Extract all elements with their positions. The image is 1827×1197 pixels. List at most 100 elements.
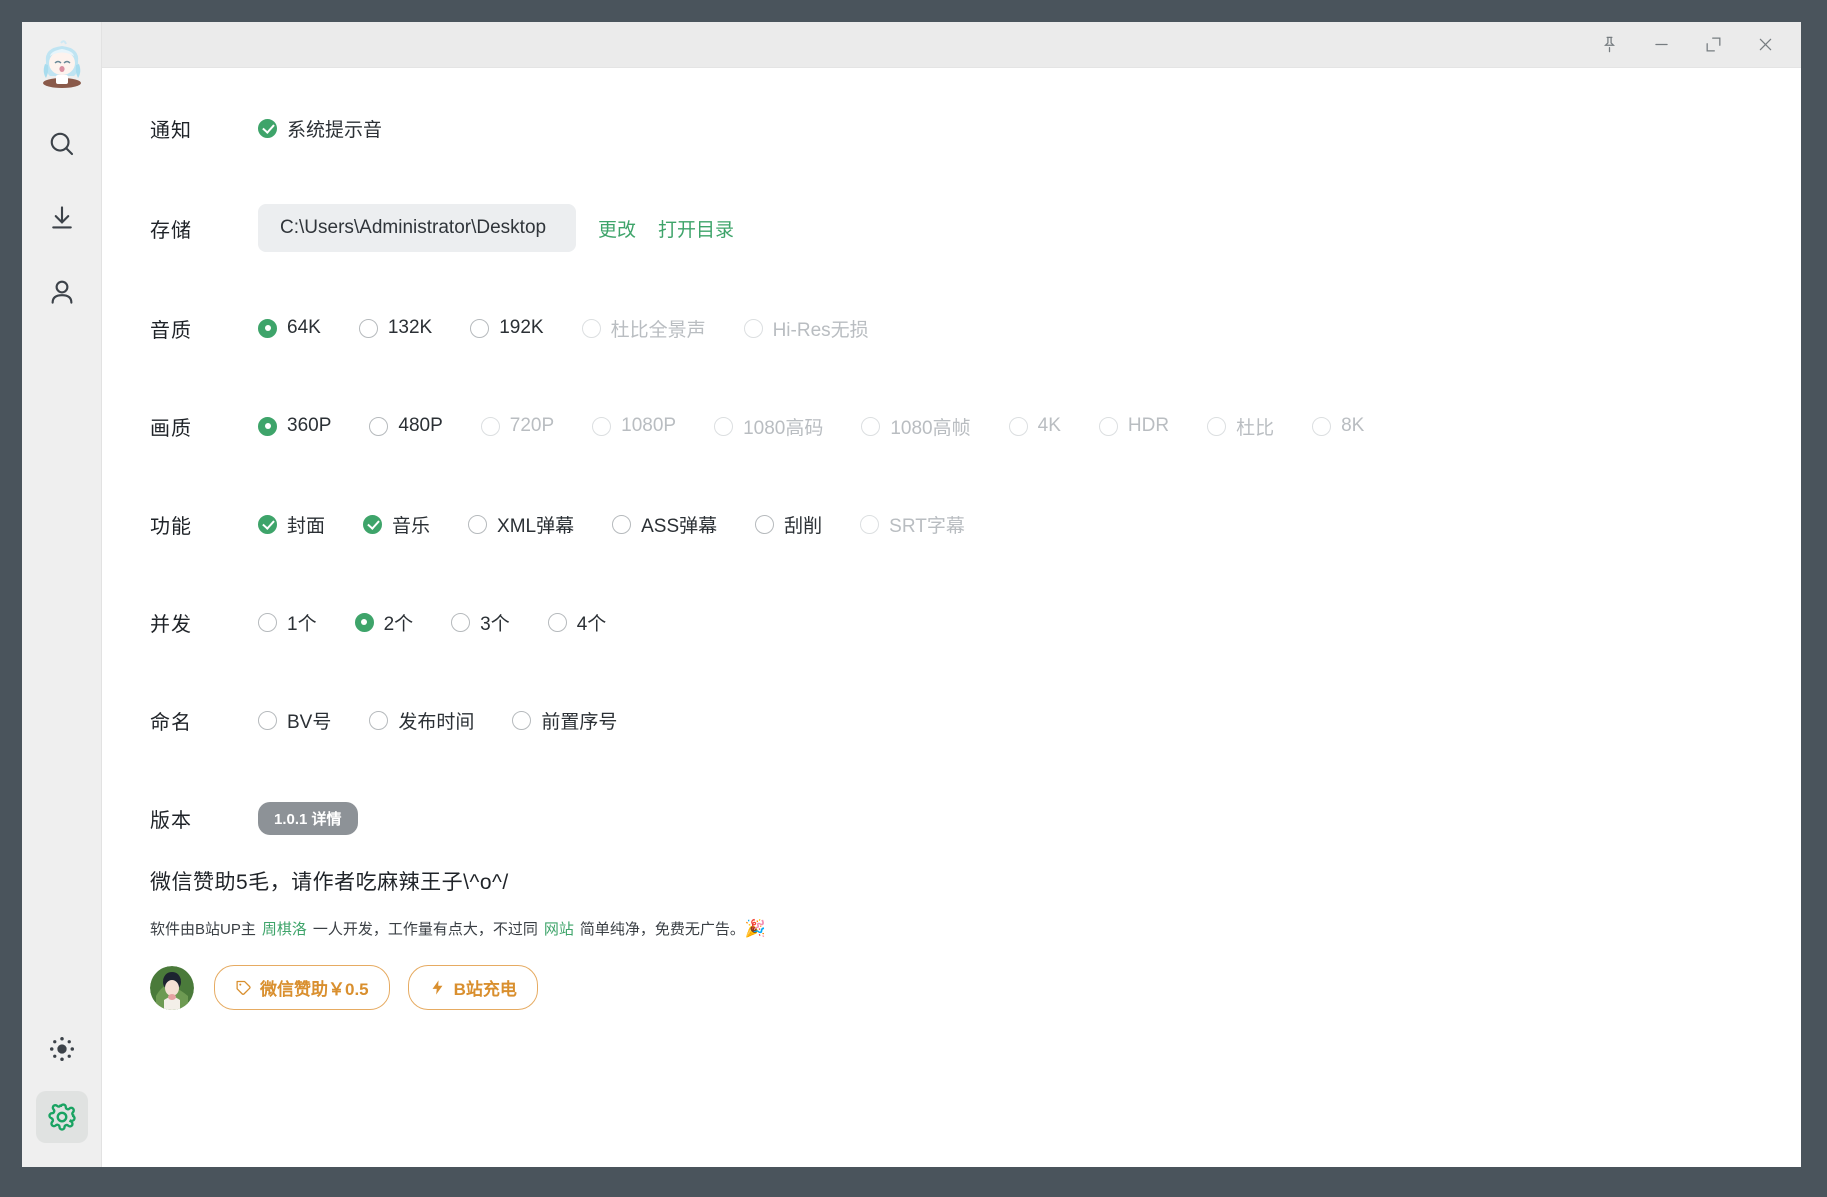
features-options: 封面 音乐 XML弹幕 ASS弹幕 刮削 SRT字幕	[258, 511, 1003, 538]
naming-options: BV号 发布时间 前置序号	[258, 707, 655, 734]
row-label-audio-quality: 音质	[150, 319, 192, 342]
author-avatar[interactable]	[150, 965, 194, 1010]
option-4个[interactable]: 4个	[547, 609, 607, 636]
radio-360p[interactable]	[258, 416, 277, 436]
row-label-notification: 通知	[150, 119, 192, 142]
option-label: 杜比	[1236, 417, 1275, 439]
option-64k[interactable]: 64K	[258, 317, 321, 339]
checkbox-system-sound[interactable]	[258, 118, 277, 138]
option-system-sound[interactable]: 系统提示音	[258, 115, 382, 142]
checkbox-srt字幕	[860, 514, 880, 534]
option-2个[interactable]: 2个	[354, 609, 413, 636]
close-icon[interactable]	[1739, 25, 1791, 65]
option-1080高帧: 1080高帧	[861, 413, 971, 440]
sidebar-item-settings[interactable]	[35, 1091, 88, 1143]
radio-132k[interactable]	[358, 318, 378, 338]
website-link[interactable]: 网站	[544, 918, 574, 939]
version-badge[interactable]: 1.0.1 详情	[258, 801, 358, 835]
option-132k[interactable]: 132K	[358, 317, 432, 339]
lightning-icon	[429, 979, 446, 996]
storage-path-field[interactable]: C:\Users\Administrator\Desktop	[258, 204, 576, 252]
app-avatar-icon[interactable]	[34, 36, 90, 92]
checkbox-封面[interactable]	[258, 514, 277, 534]
radio-1个[interactable]	[258, 612, 277, 632]
row-video-quality: 画质 360P 480P 720P 1080P 1080高码 1080高帧 4K HDR 杜比 8…	[102, 404, 1801, 448]
open-directory-link[interactable]: 打开目录	[658, 215, 734, 242]
option-label: 360P	[287, 415, 332, 436]
option-4k: 4K	[1008, 415, 1061, 437]
radio-杜比全景声	[581, 318, 601, 338]
option-label: 发布时间	[398, 711, 475, 733]
option-label: 刮削	[784, 515, 823, 537]
sponsor-buttons-row: 微信赞助￥0.5 B站充电	[150, 965, 1801, 1010]
option-1个[interactable]: 1个	[258, 609, 317, 636]
option-杜比全景声: 杜比全景声	[581, 315, 706, 342]
option-发布时间[interactable]: 发布时间	[369, 707, 474, 734]
checkbox-刮削[interactable]	[755, 514, 775, 534]
radio-720p	[480, 416, 500, 436]
change-directory-link[interactable]: 更改	[598, 215, 636, 242]
app-window: 通知 系统提示音 存储 C:\Users\Administrator\Deskt…	[22, 22, 1801, 1167]
radio-杜比	[1207, 416, 1227, 436]
option-hdr: HDR	[1098, 415, 1169, 437]
version-options: 1.0.1 详情	[258, 801, 358, 835]
option-刮削[interactable]: 刮削	[755, 511, 822, 538]
option-label: 4个	[576, 613, 607, 635]
audio-quality-options: 64K 132K 192K 杜比全景声 Hi-Res无损	[258, 315, 907, 342]
option-ass弹幕[interactable]: ASS弹幕	[612, 511, 717, 538]
sidebar-item-download[interactable]	[36, 192, 88, 244]
option-label: 杜比全景声	[610, 319, 706, 341]
minimize-icon[interactable]	[1635, 25, 1687, 65]
wechat-sponsor-button[interactable]: 微信赞助￥0.5	[214, 965, 390, 1010]
option-xml弹幕[interactable]: XML弹幕	[468, 511, 574, 538]
option-杜比: 杜比	[1207, 413, 1274, 440]
sidebar-item-user[interactable]	[36, 266, 88, 318]
option-1080p: 1080P	[592, 415, 676, 437]
radio-480p[interactable]	[369, 416, 389, 436]
bilibili-charge-button[interactable]: B站充电	[407, 965, 538, 1010]
checkbox-ass弹幕[interactable]	[612, 514, 632, 534]
row-concurrency: 并发 1个 2个 3个 4个	[102, 600, 1801, 644]
checkbox-bv号[interactable]	[258, 710, 277, 730]
option-封面[interactable]: 封面	[258, 511, 325, 538]
radio-hdr	[1098, 416, 1118, 436]
checkbox-前置序号[interactable]	[512, 710, 532, 730]
radio-192k[interactable]	[470, 318, 490, 338]
radio-64k[interactable]	[258, 318, 277, 338]
checkbox-音乐[interactable]	[363, 514, 383, 534]
storage-options: C:\Users\Administrator\Desktop 更改 打开目录	[258, 204, 734, 252]
row-label-video-quality: 画质	[150, 417, 192, 440]
checkbox-xml弹幕[interactable]	[468, 514, 488, 534]
option-480p[interactable]: 480P	[369, 415, 443, 437]
desc-text-1: 软件由B站UP主	[150, 921, 256, 938]
option-label: 480P	[398, 415, 443, 436]
row-notification: 通知 系统提示音	[102, 106, 1801, 150]
sidebar-item-search[interactable]	[36, 118, 88, 170]
radio-3个[interactable]	[451, 612, 471, 632]
sidebar-item-theme[interactable]	[36, 1023, 88, 1075]
option-360p[interactable]: 360P	[258, 415, 331, 437]
titlebar	[102, 22, 1801, 68]
option-label: 系统提示音	[287, 119, 383, 141]
author-link[interactable]: 周棋洛	[262, 918, 307, 939]
option-8k: 8K	[1312, 415, 1364, 437]
row-label-concurrency: 并发	[150, 613, 192, 636]
radio-1080p	[592, 416, 612, 436]
notification-options: 系统提示音	[258, 115, 420, 142]
option-label: 1080高帧	[890, 417, 971, 439]
maximize-icon[interactable]	[1687, 25, 1739, 65]
option-bv号[interactable]: BV号	[258, 707, 331, 734]
sidebar	[22, 22, 102, 1167]
option-label: 1个	[287, 613, 317, 635]
pin-icon[interactable]	[1583, 25, 1635, 65]
option-前置序号[interactable]: 前置序号	[512, 707, 617, 734]
sponsor-title: 微信赞助5毛，请作者吃麻辣王子\^o^/	[150, 871, 509, 894]
radio-2个[interactable]	[354, 612, 374, 632]
checkbox-发布时间[interactable]	[369, 710, 389, 730]
option-192k[interactable]: 192K	[470, 317, 544, 339]
option-音乐[interactable]: 音乐	[363, 511, 430, 538]
option-label: XML弹幕	[497, 515, 575, 537]
radio-4个[interactable]	[547, 612, 567, 632]
option-label: 1080高码	[743, 417, 824, 439]
option-3个[interactable]: 3个	[451, 609, 510, 636]
